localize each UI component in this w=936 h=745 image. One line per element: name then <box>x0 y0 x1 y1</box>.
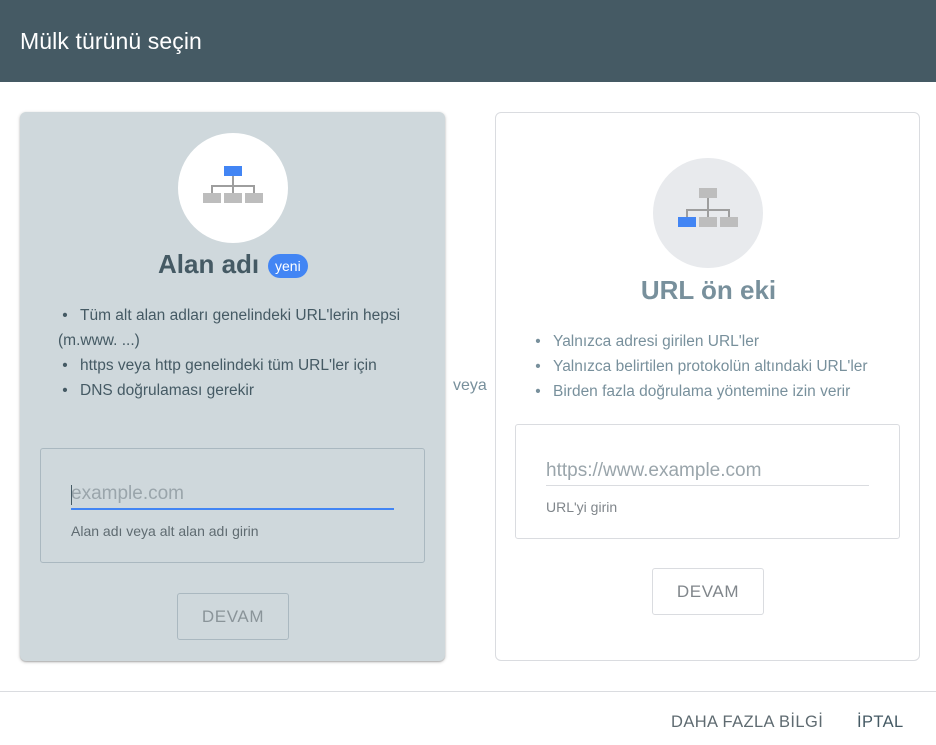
text-caret <box>71 485 72 505</box>
domain-input[interactable] <box>71 480 394 510</box>
learn-more-button[interactable]: DAHA FAZLA BİLGİ <box>671 713 823 732</box>
domain-helper-text: Alan adı veya alt alan adı girin <box>71 523 259 539</box>
domain-property-card[interactable]: Alan adı yeni • Tüm alt alan adları genel… <box>20 112 445 661</box>
domain-icon-circle <box>178 133 288 243</box>
dialog-title: Mülk türünü seçin <box>20 28 202 54</box>
or-separator: veya <box>453 377 487 394</box>
url-helper-text: URL'yi girin <box>546 499 618 515</box>
sitemap-icon <box>678 188 738 227</box>
list-item: • Yalnızca adresi girilen URL'ler <box>531 333 759 350</box>
list-item: • https veya http genelindeki tüm URL'ler… <box>58 357 377 374</box>
url-prefix-property-card[interactable]: URL ön eki • Yalnızca adresi girilen URL'… <box>495 112 920 661</box>
list-item: • Yalnızca belirtilen protokolün altındak… <box>531 358 868 375</box>
list-item: • DNS doğrulaması gerekir <box>58 382 255 399</box>
list-item: • Tüm alt alan adları genelindeki URL'ler… <box>58 307 401 349</box>
domain-card-title: Alan adı <box>158 249 260 279</box>
url-input-box: URL'yi girin <box>515 424 900 539</box>
url-prefix-feature-list: • Yalnızca adresi girilen URL'ler • Yalnız… <box>531 329 911 404</box>
sitemap-icon <box>203 166 263 203</box>
list-item: • Birden fazla doğrulama yöntemine izin v… <box>531 383 851 400</box>
cancel-button[interactable]: İPTAL <box>857 713 904 732</box>
new-badge: yeni <box>268 254 308 278</box>
url-prefix-icon-circle <box>653 158 763 268</box>
url-continue-button[interactable]: DEVAM <box>652 568 764 615</box>
domain-continue-button[interactable]: DEVAM <box>177 593 289 640</box>
domain-feature-list: • Tüm alt alan adları genelindeki URL'ler… <box>58 303 413 403</box>
dialog-header: Mülk türünü seçin <box>0 0 936 82</box>
url-prefix-card-title: URL ön eki <box>640 275 777 305</box>
footer-divider <box>0 691 936 692</box>
domain-input-box: Alan adı veya alt alan adı girin <box>40 448 425 563</box>
url-input[interactable] <box>546 456 869 486</box>
